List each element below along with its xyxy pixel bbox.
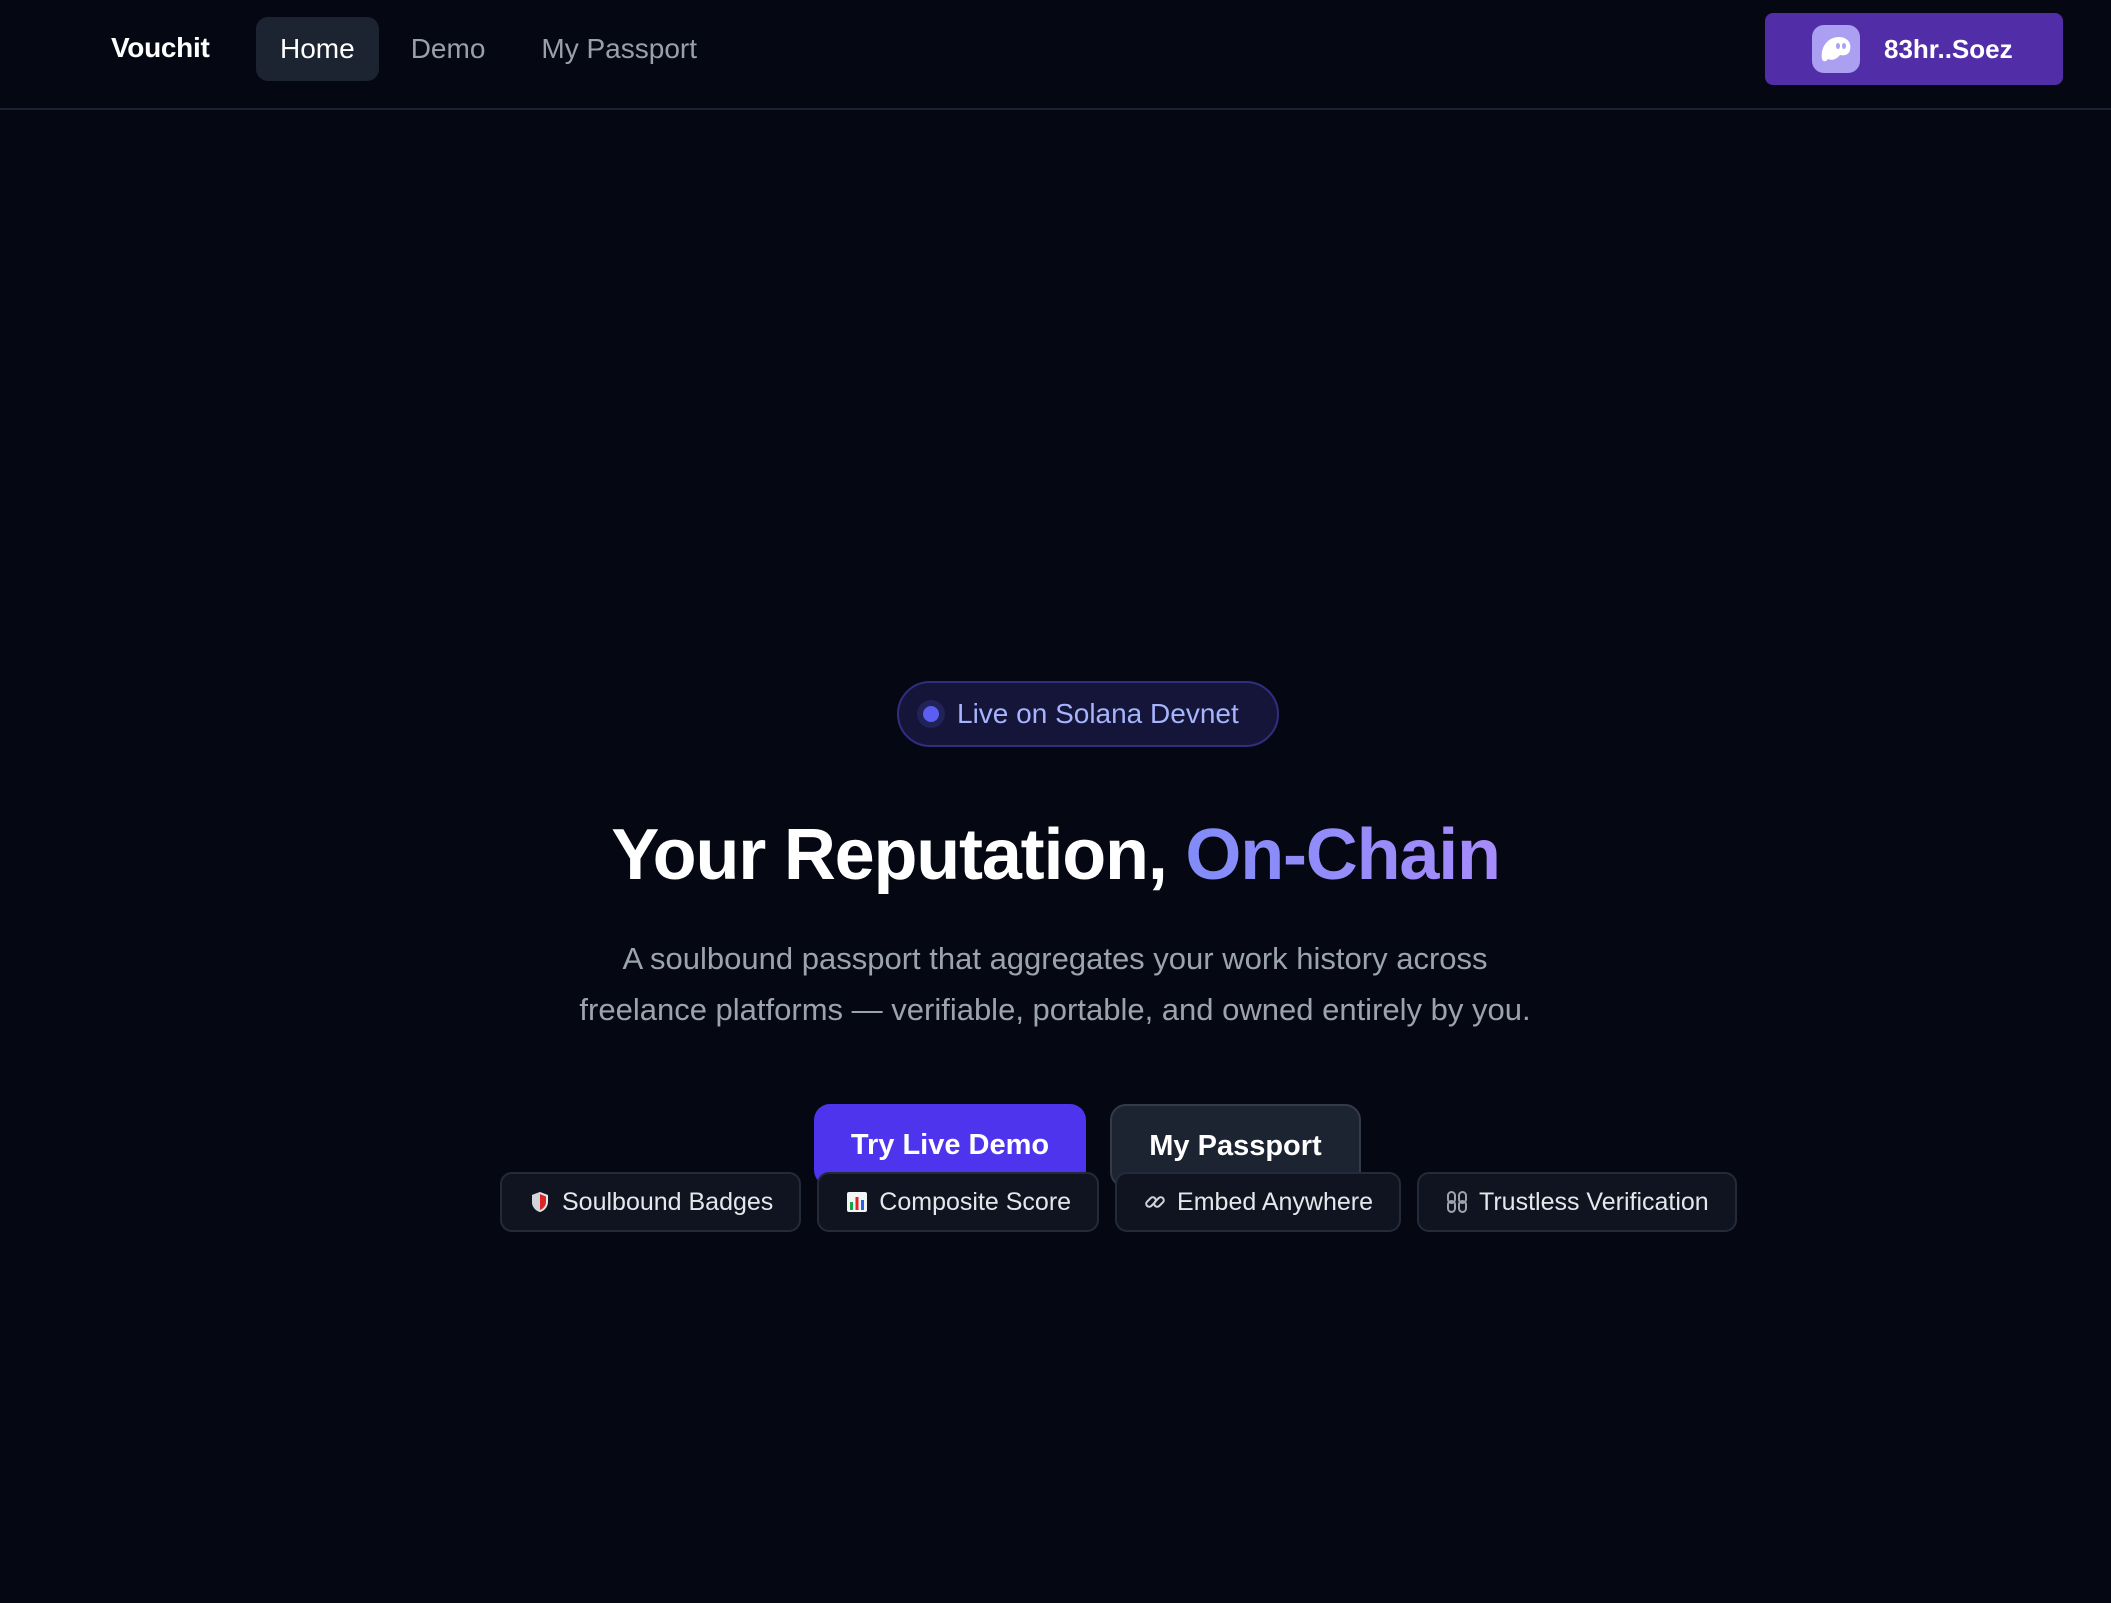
main-nav: Home Demo My Passport [256, 17, 721, 81]
feature-chip-composite-score: Composite Score [817, 1172, 1100, 1232]
feature-chip-label: Trustless Verification [1479, 1187, 1709, 1216]
nav-link-my-passport[interactable]: My Passport [517, 17, 721, 81]
link-icon [1143, 1190, 1167, 1214]
hero-subtitle-line-1: A soulbound passport that aggregates you… [622, 941, 1488, 976]
hero-section: Live on Solana Devnet Your Reputation, O… [0, 110, 2111, 1603]
hero-headline-main: Your Reputation, [611, 815, 1186, 895]
shield-icon [528, 1190, 552, 1214]
feature-chip-soulbound-badges: Soulbound Badges [500, 1172, 802, 1232]
feature-list: Soulbound Badges Composite Score Embed A… [500, 1172, 1737, 1232]
feature-chip-label: Soulbound Badges [562, 1187, 774, 1216]
status-badge-label: Live on Solana Devnet [957, 698, 1239, 729]
wallet-address-label: 83hr..Soez [1884, 33, 2013, 64]
hero-headline: Your Reputation, On-Chain [0, 810, 2111, 900]
feature-chip-label: Embed Anywhere [1177, 1187, 1373, 1216]
nav-link-home[interactable]: Home [256, 17, 379, 81]
hero-headline-accent: On-Chain [1185, 815, 1501, 895]
brand-logo[interactable]: Vouchit [111, 28, 210, 68]
hero-subtitle: A soulbound passport that aggregates you… [555, 933, 1555, 1035]
bar-chart-icon [845, 1190, 869, 1214]
status-badge: Live on Solana Devnet [897, 681, 1279, 747]
feature-chip-label: Composite Score [879, 1187, 1072, 1216]
phantom-ghost-icon [1812, 25, 1860, 73]
wallet-connect-button[interactable]: 83hr..Soez [1765, 13, 2063, 85]
feature-chip-embed-anywhere: Embed Anywhere [1115, 1172, 1401, 1232]
phantom-ghost-svg [1821, 37, 1851, 62]
live-indicator-dot [923, 706, 939, 722]
nav-link-demo[interactable]: Demo [387, 17, 510, 81]
hero-subtitle-line-2: freelance platforms — verifiable, portab… [579, 992, 1531, 1027]
feature-chip-trustless-verification: Trustless Verification [1417, 1172, 1737, 1232]
top-navbar: Vouchit Home Demo My Passport 83hr..Soez [0, 0, 2111, 110]
chain-link-icon [1445, 1190, 1469, 1214]
